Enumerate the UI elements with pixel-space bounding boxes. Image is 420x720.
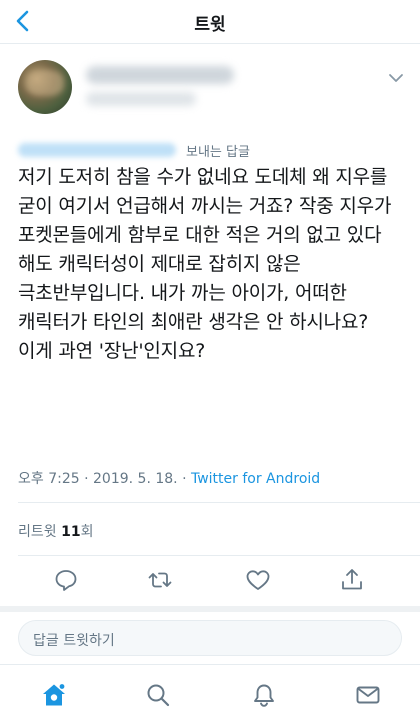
like-button[interactable]	[244, 566, 272, 594]
tab-search[interactable]	[144, 681, 172, 709]
tab-messages[interactable]	[354, 681, 382, 709]
reply-context: 보내는 답글	[18, 140, 402, 160]
reply-to-label: 보내는 답글	[186, 145, 250, 160]
meta-separator: ·	[84, 471, 89, 487]
tweet-actions	[0, 562, 420, 598]
reply-to-handle-redacted[interactable]	[18, 143, 176, 157]
reply-button[interactable]	[52, 566, 80, 594]
tweet-date: 2019. 5. 18.	[93, 471, 178, 487]
share-button[interactable]	[338, 566, 366, 594]
author-handle-redacted	[86, 92, 196, 106]
reply-input[interactable]: 답글 트윗하기	[18, 620, 402, 656]
notifications-icon	[254, 684, 274, 707]
tab-notifications[interactable]	[250, 681, 278, 709]
retweets-suffix: 회	[80, 524, 94, 540]
author-name-redacted[interactable]	[86, 66, 234, 84]
retweet-button[interactable]	[146, 566, 174, 594]
tweet-time: 오후 7:25	[18, 471, 80, 487]
divider	[18, 555, 420, 556]
meta-separator: ·	[182, 471, 187, 487]
tab-home[interactable]	[40, 681, 68, 709]
retweet-stats[interactable]: 리트윗 11회	[18, 521, 93, 541]
tweet-text: 저기 도저히 참을 수가 없네요 도데체 왜 지우를 굳이 여기서 언급해서 까…	[18, 166, 392, 362]
avatar[interactable]	[18, 60, 72, 114]
like-icon	[246, 570, 270, 590]
tweet-menu-button[interactable]	[386, 68, 406, 88]
retweets-count: 11	[61, 524, 81, 540]
search-icon	[147, 684, 170, 707]
bottom-tab-bar	[0, 664, 420, 720]
top-bar: 트윗	[0, 0, 420, 44]
chevron-down-icon	[389, 74, 403, 82]
divider	[18, 502, 420, 503]
home-icon	[43, 682, 66, 706]
messages-icon	[356, 686, 380, 704]
share-icon	[342, 569, 362, 590]
retweets-label: 리트윗	[18, 524, 57, 540]
section-separator	[0, 606, 420, 612]
page-title: 트윗	[194, 15, 226, 35]
tweet-metadata: 오후 7:25 · 2019. 5. 18. · Twitter for And…	[18, 468, 320, 488]
tweet-author	[0, 52, 420, 122]
reply-input-placeholder: 답글 트윗하기	[33, 633, 115, 649]
tweet-source-link[interactable]: Twitter for Android	[191, 471, 320, 487]
reply-icon	[55, 570, 77, 591]
retweet-icon	[148, 572, 172, 588]
